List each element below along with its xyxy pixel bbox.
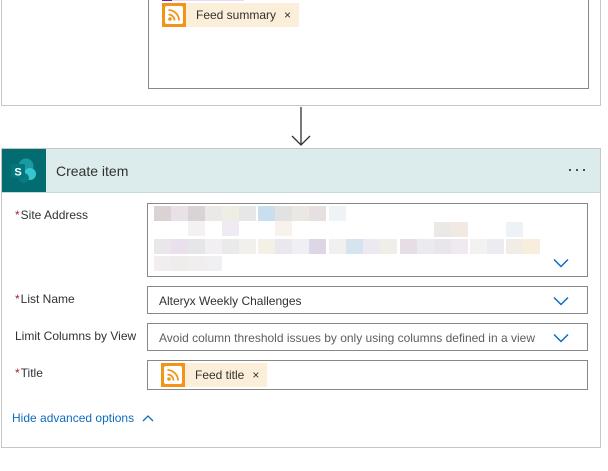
list-name-dropdown[interactable]: Alteryx Weekly Challenges (147, 286, 588, 314)
card-title: Create item (56, 163, 129, 179)
remove-token-icon[interactable]: × (284, 8, 299, 22)
hide-advanced-options-link[interactable]: Hide advanced options (12, 411, 154, 425)
rss-icon (161, 363, 185, 387)
chevron-down-icon[interactable] (553, 296, 569, 306)
advanced-toggle-label: Hide advanced options (12, 411, 135, 425)
remove-token-icon[interactable]: × (252, 368, 267, 382)
limit-columns-placeholder: Avoid column threshold issues by only us… (159, 331, 535, 345)
token-label: Feed summary (196, 8, 277, 22)
svg-text:S: S (14, 166, 21, 178)
title-field[interactable]: Feed title × (147, 360, 588, 390)
feed-summary-field[interactable]: Feed summary × (148, 0, 589, 89)
arrow-down-icon (291, 107, 311, 146)
required-marker: * (15, 208, 20, 222)
feed-summary-token[interactable]: Feed summary × (162, 3, 300, 27)
sharepoint-icon: S (2, 149, 46, 192)
token-label: Feed title (195, 368, 245, 382)
card-header[interactable]: S Create item ··· (2, 149, 600, 193)
list-name-label: *List Name (15, 292, 75, 306)
list-name-value: Alteryx Weekly Challenges (159, 294, 302, 308)
token-fragment-label (172, 0, 244, 1)
required-marker: * (15, 366, 20, 380)
required-marker: * (15, 292, 20, 306)
more-options-button[interactable]: ··· (567, 159, 588, 179)
token-fragment (162, 0, 172, 1)
limit-columns-dropdown[interactable]: Avoid column threshold issues by only us… (147, 323, 588, 351)
feed-title-token[interactable]: Feed title × (161, 363, 268, 387)
title-label: *Title (15, 366, 43, 380)
limit-columns-label: Limit Columns by View (15, 329, 137, 343)
site-address-label: *Site Address (15, 208, 89, 222)
rss-icon (162, 3, 186, 27)
create-item-card: S Create item ··· *Site Address *List Na… (1, 148, 601, 448)
chevron-down-icon[interactable] (553, 333, 569, 343)
previous-action-card: Feed summary × (1, 0, 601, 106)
chevron-down-icon[interactable] (553, 258, 569, 268)
site-address-field[interactable] (147, 203, 588, 277)
chevron-up-icon (142, 415, 154, 422)
